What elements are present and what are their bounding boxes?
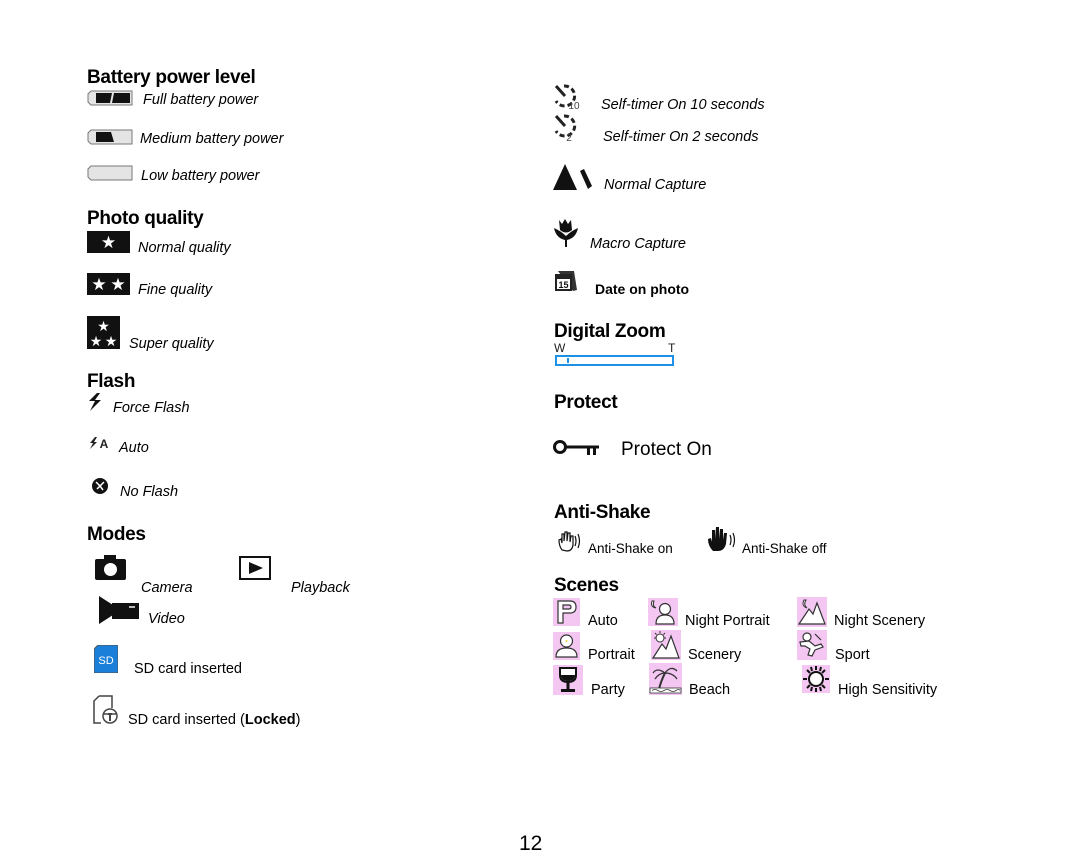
svg-text:★: ★ [110, 275, 125, 295]
video-icon [99, 596, 139, 624]
fine-quality-label: Fine quality [138, 282, 213, 298]
svg-text:A: A [100, 437, 109, 450]
svg-text:★: ★ [91, 275, 106, 295]
battery-low-label: Low battery power [141, 168, 260, 184]
super-quality-label: Super quality [129, 336, 214, 352]
scene-high-sensitivity-label: High Sensitivity [838, 682, 938, 698]
photo-quality-heading: Photo quality [87, 208, 204, 229]
anti-shake-on-label: Anti-Shake on [588, 541, 673, 556]
sd-card-locked-label: SD card inserted (Locked) [128, 712, 300, 728]
scene-high-sensitivity-icon [802, 665, 830, 693]
playback-label: Playback [291, 580, 350, 596]
force-flash-icon [89, 393, 101, 411]
anti-shake-off-icon [708, 527, 736, 551]
anti-shake-off-label: Anti-Shake off [742, 541, 827, 556]
zoom-wide-label: W [554, 341, 566, 355]
battery-heading: Battery power level [87, 67, 256, 88]
sd-card-label: SD card inserted [134, 661, 242, 677]
scene-sport-label: Sport [835, 647, 870, 663]
scene-party-icon [553, 665, 583, 695]
scene-night-portrait-label: Night Portrait [685, 613, 770, 629]
video-label: Video [148, 611, 185, 627]
two-star-icon: ★ ★ [87, 273, 130, 295]
self-timer-2-icon: 2 [554, 114, 577, 143]
battery-medium-label: Medium battery power [140, 131, 284, 147]
scene-portrait-icon [553, 632, 580, 660]
battery-full-label: Full battery power [143, 92, 259, 108]
scene-scenery-label: Scenery [688, 647, 742, 663]
zoom-tele-label: T [668, 341, 676, 355]
scene-beach-icon [649, 663, 682, 695]
camera-icon [95, 555, 126, 580]
camera-label: Camera [141, 580, 193, 596]
normal-quality-label: Normal quality [138, 240, 231, 256]
no-flash-icon [92, 478, 108, 494]
svg-text:★: ★ [105, 334, 118, 349]
no-flash-label: No Flash [120, 484, 179, 500]
scene-auto-label: Auto [588, 613, 618, 629]
zoom-bar [555, 355, 674, 366]
timer-10-number: 10 [568, 101, 580, 111]
auto-flash-icon: A [90, 437, 109, 450]
macro-capture-label: Macro Capture [590, 236, 686, 252]
date-stamp-number: 15 [558, 280, 568, 290]
svg-text:SD: SD [98, 655, 113, 667]
force-flash-label: Force Flash [113, 400, 190, 416]
date-stamp-icon: 15 [555, 271, 577, 291]
scene-night-scenery-label: Night Scenery [834, 613, 926, 629]
self-timer-2-label: Self-timer On 2 seconds [603, 129, 759, 145]
scene-portrait-label: Portrait [588, 647, 635, 663]
flash-heading: Flash [87, 371, 136, 392]
page-number: 12 [519, 832, 543, 855]
playback-icon [239, 556, 271, 580]
scene-sport-icon [797, 630, 827, 660]
key-icon [553, 440, 599, 455]
macro-capture-icon [554, 219, 578, 247]
zoom-level-indicator [558, 358, 569, 363]
battery-medium-icon [87, 129, 133, 145]
svg-text:★: ★ [97, 319, 110, 335]
sd-card-icon: SD [94, 645, 118, 673]
scene-night-scenery-icon [797, 597, 827, 627]
one-star-icon: ★ [87, 231, 130, 253]
svg-text:★: ★ [90, 334, 103, 349]
digital-zoom-heading: Digital Zoom [554, 321, 666, 342]
battery-low-icon [87, 165, 133, 181]
date-on-photo-label: Date on photo [595, 281, 690, 297]
auto-flash-label: Auto [119, 440, 149, 456]
self-timer-10-icon: 10 [554, 84, 580, 111]
scenes-heading: Scenes [554, 575, 619, 596]
scene-scenery-icon [651, 630, 681, 660]
sd-locked-suffix: ) [295, 712, 301, 728]
svg-text:★: ★ [101, 233, 116, 253]
normal-capture-icon [553, 164, 592, 190]
scene-auto-icon [553, 598, 580, 626]
self-timer-10-label: Self-timer On 10 seconds [601, 97, 765, 113]
sd-card-locked-icon [93, 695, 118, 724]
anti-shake-heading: Anti-Shake [554, 502, 651, 523]
sd-locked-prefix: SD card inserted ( [128, 712, 245, 728]
protect-on-label: Protect On [621, 439, 712, 460]
scene-party-label: Party [591, 682, 625, 698]
modes-heading: Modes [87, 524, 146, 545]
anti-shake-on-icon [558, 531, 581, 552]
three-star-icon: ★ ★ ★ [87, 316, 120, 349]
battery-full-icon [87, 90, 133, 106]
scene-night-portrait-icon [648, 598, 678, 626]
protect-heading: Protect [554, 392, 618, 413]
normal-capture-label: Normal Capture [604, 177, 707, 193]
sd-locked-bold: Locked [244, 712, 296, 728]
scene-beach-label: Beach [689, 682, 731, 698]
timer-2-number: 2 [566, 133, 572, 143]
